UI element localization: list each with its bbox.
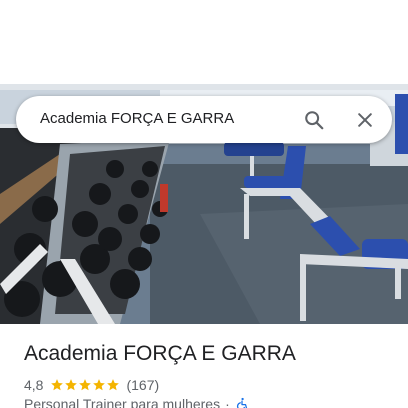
clear-search-button[interactable] <box>350 105 380 135</box>
category-row: Personal Trainer para mulheres · <box>24 396 249 408</box>
search-bar[interactable]: Academia FORÇA E GARRA <box>16 96 392 143</box>
separator-dot: · <box>225 396 230 408</box>
close-icon <box>358 113 372 127</box>
rating-stars <box>50 378 120 392</box>
star-icon <box>65 379 78 391</box>
place-category[interactable]: Personal Trainer para mulheres <box>24 396 220 408</box>
place-title: Academia FORÇA E GARRA <box>24 342 296 365</box>
star-icon <box>107 379 120 391</box>
wheelchair-icon <box>236 397 247 408</box>
review-count[interactable]: (167) <box>126 377 159 393</box>
search-button[interactable] <box>299 105 329 135</box>
search-query-text[interactable]: Academia FORÇA E GARRA <box>40 110 234 127</box>
star-icon <box>93 379 106 391</box>
search-icon <box>305 111 324 130</box>
rating-value: 4,8 <box>24 377 44 393</box>
rating-row[interactable]: 4,8 (167) <box>24 376 159 394</box>
place-info-panel: Academia FORÇA E GARRA 4,8 (167) Persona… <box>0 324 408 408</box>
star-icon <box>51 379 64 391</box>
top-blank-area <box>0 0 408 84</box>
star-icon <box>79 379 92 391</box>
